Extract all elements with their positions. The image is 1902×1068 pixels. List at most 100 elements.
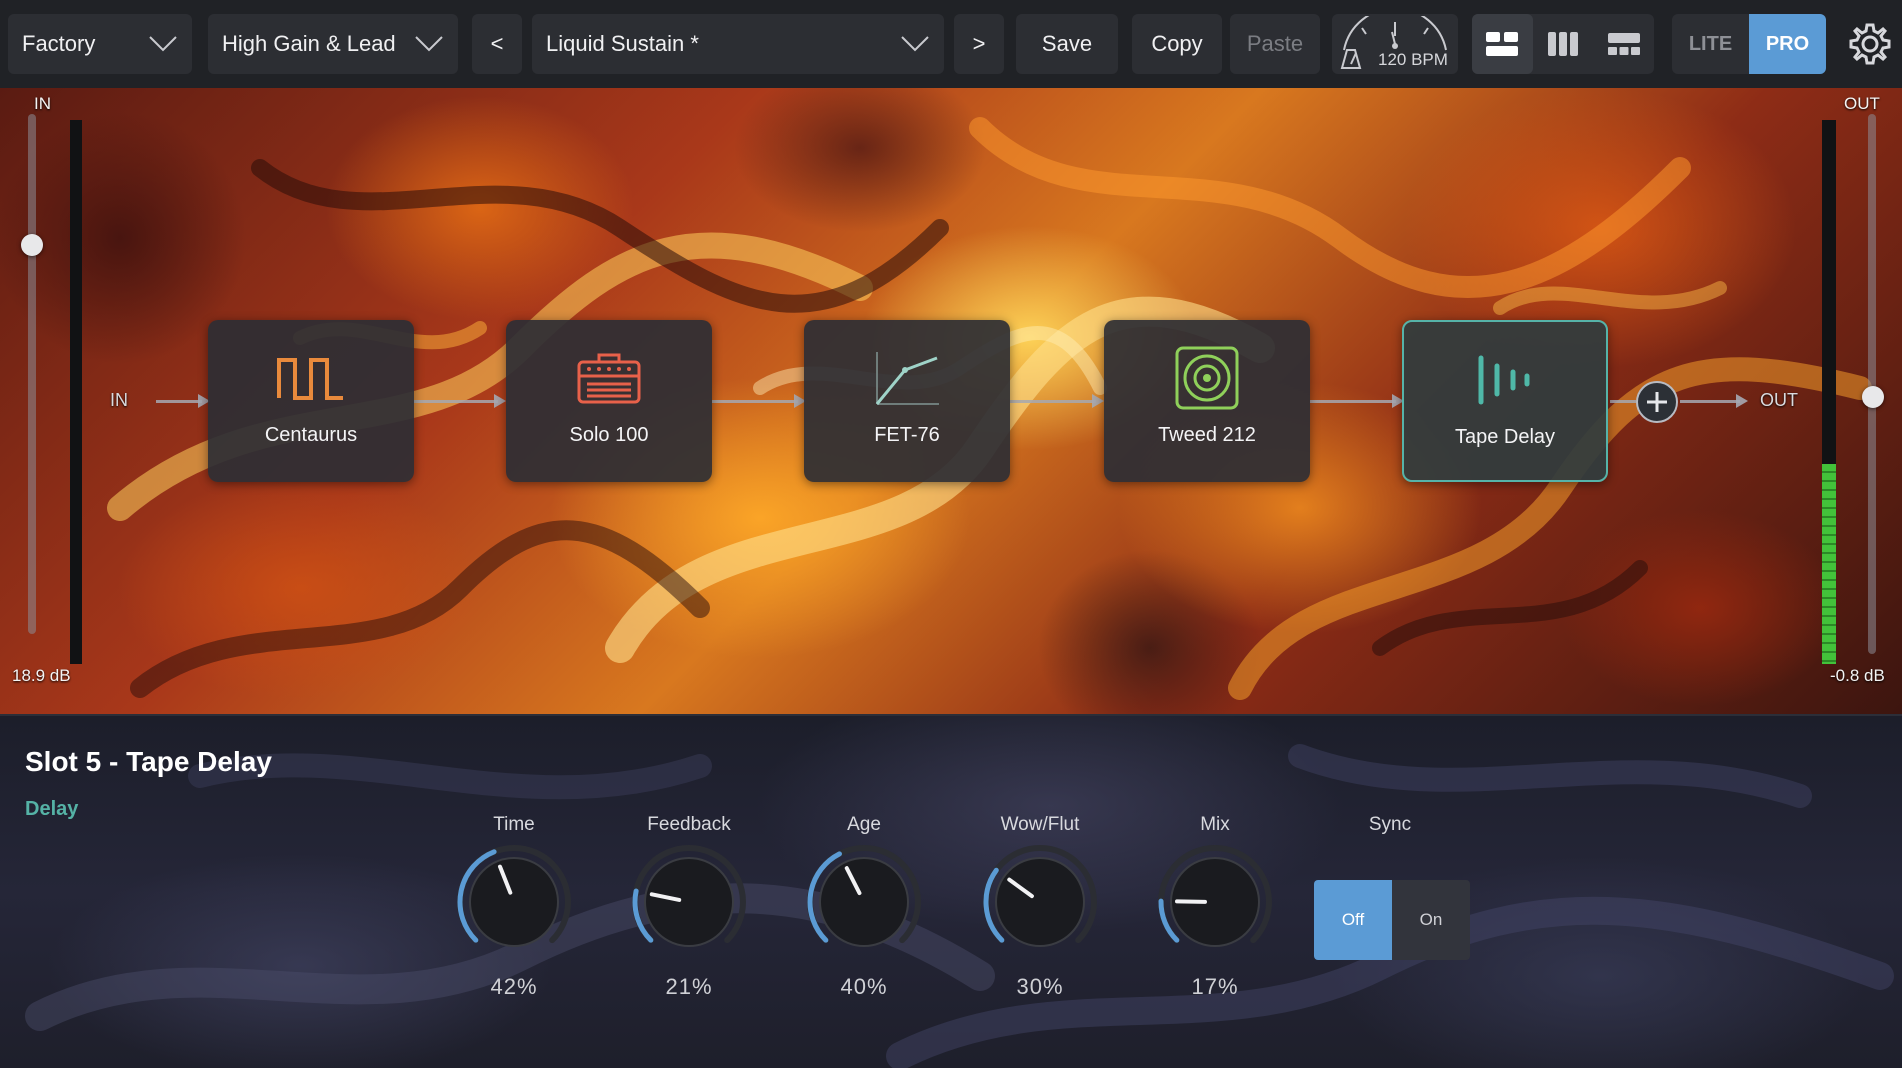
view-layout-switcher	[1472, 14, 1654, 74]
chain-output-label: OUT	[1760, 390, 1798, 410]
input-level-readout: 18.9 dB	[12, 666, 71, 685]
edition-mode-toggle: LITE PRO	[1672, 14, 1826, 74]
input-meter-label: IN	[34, 94, 51, 113]
chain-input-label: IN	[110, 390, 128, 410]
knob-body	[644, 857, 734, 947]
mode-pro-button[interactable]: PRO	[1749, 14, 1826, 74]
slot-4-tweed-212[interactable]: Tweed 212	[1104, 320, 1310, 482]
knob-label: Age	[847, 814, 881, 835]
signal-chain-area: IN 18.9 dB OUT -0.8 dB IN OUT Centaurus	[0, 88, 1902, 714]
gear-icon[interactable]	[1848, 22, 1892, 66]
preset-dropdown[interactable]: Liquid Sustain *	[532, 14, 944, 74]
grid-layout-icon	[1486, 32, 1519, 56]
metronome-icon	[1340, 49, 1362, 69]
chain-arrow-icon	[494, 394, 506, 408]
output-level-meter-fill	[1822, 464, 1836, 664]
chevron-down-icon	[415, 36, 443, 52]
chevron-down-icon	[149, 36, 177, 52]
slot-editor-category: Delay	[25, 798, 79, 820]
knob-age[interactable]: Age 40%	[794, 814, 934, 1014]
square-wave-icon	[277, 358, 343, 400]
chain-arrow-icon	[1736, 394, 1748, 408]
speaker-icon	[1175, 346, 1239, 410]
knob-time[interactable]: Time 42%	[444, 814, 584, 1014]
slot-3-fet-76[interactable]: FET-76	[804, 320, 1010, 482]
tempo-control[interactable]: 120 BPM	[1332, 14, 1458, 74]
chain-connector	[1680, 400, 1740, 403]
save-button[interactable]: Save	[1016, 14, 1118, 74]
slot-name: Centaurus	[264, 424, 358, 446]
amp-head-icon	[577, 353, 641, 404]
bank-dropdown-label: Factory	[22, 31, 96, 56]
time-knob[interactable]	[454, 842, 574, 962]
view-rows-button[interactable]	[1593, 14, 1654, 74]
age-knob[interactable]	[804, 842, 924, 962]
chain-connector	[1610, 400, 1636, 403]
slot-name: Tape Delay	[1454, 426, 1556, 448]
slot-editor-title: Slot 5 - Tape Delay	[25, 746, 272, 777]
toolbar: Factory High Gain & Lead < Liquid Sustai…	[0, 0, 1902, 88]
view-columns-button[interactable]	[1533, 14, 1594, 74]
knob-body	[819, 857, 909, 947]
input-gain-slider[interactable]	[28, 114, 36, 634]
knob-value: 42%	[490, 974, 538, 999]
knob-value: 30%	[1016, 974, 1064, 999]
knob-feedback[interactable]: Feedback 21%	[619, 814, 759, 1014]
sync-on-button[interactable]: On	[1392, 880, 1470, 960]
knob-wow-flutter[interactable]: Wow/Flut 30%	[970, 814, 1110, 1014]
knob-mix[interactable]: Mix 17%	[1145, 814, 1285, 1014]
view-grid-button[interactable]	[1472, 14, 1533, 74]
output-level-meter	[1822, 120, 1836, 664]
prev-preset-button[interactable]: <	[472, 14, 522, 74]
mode-lite-button[interactable]: LITE	[1672, 14, 1749, 74]
slot-2-solo-100[interactable]: Solo 100	[506, 320, 712, 482]
input-gain-slider-handle[interactable]	[21, 234, 43, 256]
category-dropdown[interactable]: High Gain & Lead	[208, 14, 458, 74]
chain-connector	[1310, 400, 1396, 403]
knob-value: 17%	[1191, 974, 1239, 999]
knob-label: Feedback	[647, 814, 731, 835]
rows-layout-icon	[1607, 33, 1640, 55]
paste-button[interactable]: Paste	[1230, 14, 1320, 74]
chain-arrow-icon	[1092, 394, 1104, 408]
category-dropdown-label: High Gain & Lead	[222, 31, 396, 56]
slot-5-tape-delay[interactable]: Tape Delay	[1402, 320, 1608, 482]
bank-dropdown[interactable]: Factory	[8, 14, 192, 74]
copy-button[interactable]: Copy	[1132, 14, 1222, 74]
knob-value: 21%	[665, 974, 713, 999]
smoke-artwork-background	[25, 744, 1894, 1068]
slot-name: Tweed 212	[1158, 424, 1256, 446]
knob-label: Time	[493, 814, 535, 835]
plus-icon	[1647, 392, 1667, 412]
tempo-value: 120 BPM	[1378, 50, 1448, 69]
columns-layout-icon	[1548, 32, 1578, 56]
output-gain-slider-handle[interactable]	[1862, 386, 1884, 408]
feedback-knob[interactable]	[629, 842, 749, 962]
add-slot-button[interactable]	[1636, 381, 1678, 423]
preset-dropdown-label: Liquid Sustain *	[546, 31, 699, 56]
slot-name: Solo 100	[569, 424, 649, 446]
sync-label: Sync	[1368, 814, 1412, 835]
knob-body	[995, 857, 1085, 947]
input-level-meter	[70, 120, 82, 664]
sync-off-button[interactable]: Off	[1314, 880, 1392, 960]
output-gain-slider[interactable]	[1868, 114, 1876, 654]
slot-editor-panel: Slot 5 - Tape Delay Delay Time 42% Feedb…	[0, 714, 1902, 1068]
wow-flutter-knob[interactable]	[980, 842, 1100, 962]
chevron-down-icon	[901, 36, 929, 52]
sync-toggle[interactable]: Off On	[1314, 880, 1470, 960]
slot-1-centaurus[interactable]: Centaurus	[208, 320, 414, 482]
chain-connector	[712, 400, 798, 403]
compressor-curve-icon	[875, 352, 939, 405]
knob-label: Mix	[1200, 814, 1230, 835]
chain-connector	[414, 400, 498, 403]
delay-taps-icon	[1478, 355, 1530, 405]
chain-connector	[1010, 400, 1096, 403]
sync-control: Sync Off On	[1300, 814, 1480, 994]
slot-name: FET-76	[874, 424, 940, 446]
knob-value: 40%	[840, 974, 888, 999]
knob-label: Wow/Flut	[1000, 814, 1080, 835]
mix-knob[interactable]	[1155, 842, 1275, 962]
next-preset-button[interactable]: >	[954, 14, 1004, 74]
output-level-readout: -0.8 dB	[1830, 666, 1885, 685]
